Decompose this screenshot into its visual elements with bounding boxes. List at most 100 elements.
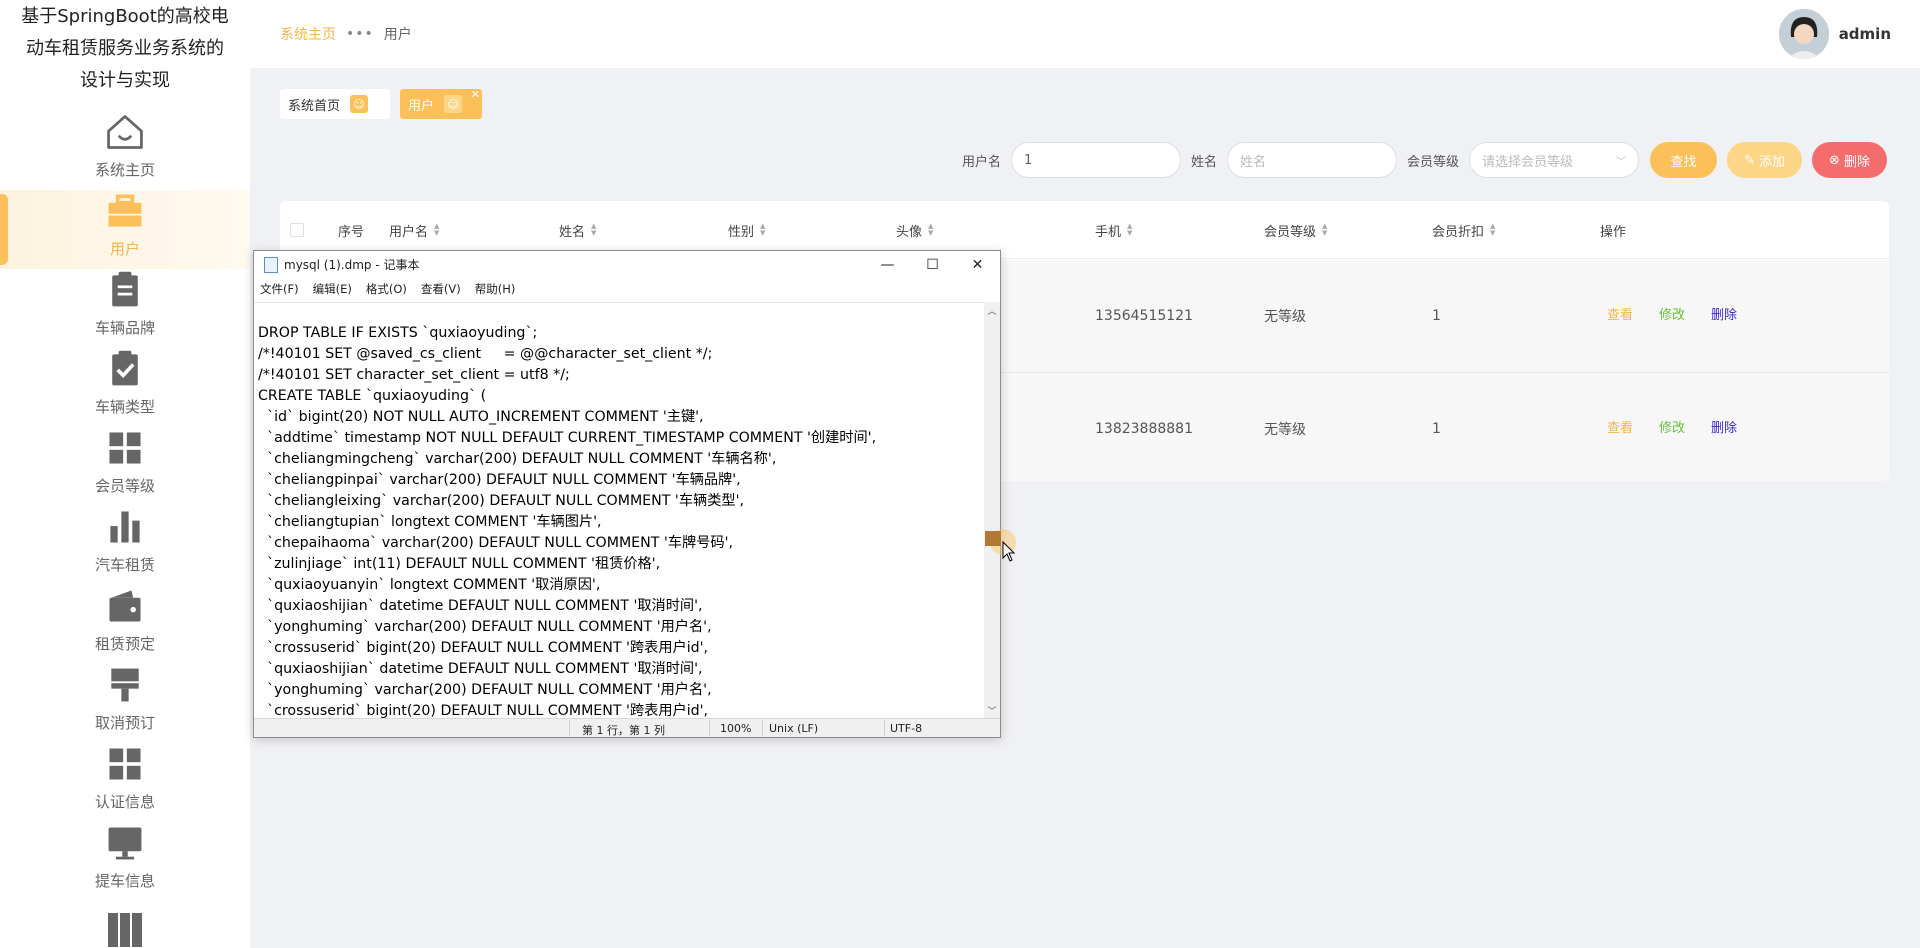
delete-button[interactable]: ⊗ 删除 xyxy=(1812,142,1887,178)
app-title: 基于SpringBoot的高校电 动车租赁服务业务系统的 设计与实现 xyxy=(0,0,250,97)
menu-format[interactable]: 格式(O) xyxy=(366,281,407,297)
add-button[interactable]: ✎ 添加 xyxy=(1727,142,1802,178)
close-button[interactable]: ✕ xyxy=(955,251,1000,278)
status-position: 第 1 行，第 1 列 xyxy=(582,724,665,737)
sidebar-item-more[interactable] xyxy=(0,901,250,948)
tag-home[interactable]: 系统首页 ☺ xyxy=(280,89,390,119)
sidebar-item-label: 取消预订 xyxy=(94,714,155,732)
scroll-up-icon[interactable]: ︿ xyxy=(984,302,1000,318)
maximize-button[interactable]: ☐ xyxy=(910,251,955,278)
view-button[interactable]: 查看 xyxy=(1607,304,1633,323)
name-input[interactable]: 姓名 xyxy=(1226,142,1397,178)
home-icon xyxy=(107,115,143,149)
sidebar-item-cancel-booking[interactable]: 取消预订 xyxy=(0,664,250,743)
tag-user[interactable]: 用户 ☺ ✕ xyxy=(400,88,482,119)
cell-level: 无等级 xyxy=(1264,422,1306,438)
mouse-cursor-icon xyxy=(985,529,1016,562)
wallet-icon xyxy=(109,590,141,622)
sidebar-nav: 系统主页 用户 车辆品牌 车辆类型 会员等级 汽车租赁 租赁预定 取消预订 认证… xyxy=(0,111,250,948)
delete-row-button[interactable]: 删除 xyxy=(1711,417,1737,436)
username-input[interactable]: 1 xyxy=(1010,142,1181,178)
sidebar-item-label: 车辆类型 xyxy=(94,398,155,416)
edit-button[interactable]: 修改 xyxy=(1659,304,1685,323)
sidebar-item-label: 提车信息 xyxy=(94,872,155,890)
breadcrumb-home[interactable]: 系统主页 xyxy=(280,24,336,44)
sort-icon[interactable]: ▲ ▼ xyxy=(1127,223,1132,237)
window-controls: — ☐ ✕ xyxy=(865,251,1000,278)
app-title-line: 设计与实现 xyxy=(80,70,170,91)
status-zoom: 100% xyxy=(720,722,752,735)
th-actions: 操作 xyxy=(1600,201,1626,259)
delete-button-label: 删除 xyxy=(1843,154,1870,170)
menu-file[interactable]: 文件(F) xyxy=(260,281,299,297)
sidebar-item-certification[interactable]: 认证信息 xyxy=(0,743,250,822)
sort-icon[interactable]: ▲ ▼ xyxy=(1490,223,1495,237)
add-button-label: 添加 xyxy=(1758,154,1785,170)
level-label: 会员等级 xyxy=(1406,154,1459,170)
th-level[interactable]: 会员等级 ▲ ▼ xyxy=(1264,201,1327,259)
notepad-statusbar: 第 1 行，第 1 列 100% Unix (LF) UTF-8 xyxy=(254,718,1000,737)
sidebar-item-pickup[interactable]: 提车信息 xyxy=(0,822,250,901)
user-menu[interactable]: admin xyxy=(1778,9,1891,59)
username[interactable]: admin xyxy=(1839,25,1891,43)
sidebar-item-user[interactable]: 用户 xyxy=(0,190,250,269)
cell-phone: 13564515121 xyxy=(1095,308,1193,324)
sidebar-item-vehicle-type[interactable]: 车辆类型 xyxy=(0,348,250,427)
menu-help[interactable]: 帮助(H) xyxy=(475,281,516,297)
delete-icon: ⊗ xyxy=(1829,152,1840,168)
th-label: 操作 xyxy=(1600,224,1627,240)
sort-icon[interactable]: ▲ ▼ xyxy=(760,223,765,237)
menu-edit[interactable]: 编辑(E) xyxy=(313,281,352,297)
menu-view[interactable]: 查看(V) xyxy=(421,281,461,297)
sidebar-item-car-rental[interactable]: 汽车租赁 xyxy=(0,506,250,585)
view-button[interactable]: 查看 xyxy=(1607,417,1633,436)
tab-tags: 系统首页 ☺ 用户 ☺ ✕ xyxy=(280,88,482,119)
tag-refresh-icon[interactable]: ☺ xyxy=(444,95,463,113)
sort-icon[interactable]: ▲ ▼ xyxy=(1322,223,1327,237)
sidebar-item-label: 系统主页 xyxy=(94,161,155,179)
breadcrumb-current: 用户 xyxy=(383,27,412,43)
vertical-scrollbar[interactable]: ︿ ﹀ xyxy=(984,302,1000,718)
tag-close-icon[interactable]: ✕ xyxy=(471,88,480,101)
avatar[interactable] xyxy=(1778,9,1829,59)
name-input-placeholder: 姓名 xyxy=(1239,154,1266,170)
sidebar-item-vehicle-brand[interactable]: 车辆品牌 xyxy=(0,269,250,348)
delete-row-button[interactable]: 删除 xyxy=(1711,304,1737,323)
th-label: 会员等级 xyxy=(1264,224,1317,240)
th-label: 姓名 xyxy=(559,224,586,240)
find-button-label: 查找 xyxy=(1670,154,1697,170)
notepad-menubar: 文件(F) 编辑(E) 格式(O) 查看(V) 帮助(H) xyxy=(254,278,1000,299)
bar-chart-icon xyxy=(110,511,140,543)
sidebar-item-rental-booking[interactable]: 租赁预定 xyxy=(0,585,250,664)
minimize-button[interactable]: — xyxy=(865,251,910,278)
th-phone[interactable]: 手机 ▲ ▼ xyxy=(1095,201,1132,259)
edit-button[interactable]: 修改 xyxy=(1659,417,1685,436)
sort-icon[interactable]: ▲ ▼ xyxy=(591,223,596,237)
notepad-text-area[interactable]: DROP TABLE IF EXISTS `quxiaoyuding`; /*!… xyxy=(254,302,984,718)
sort-icon[interactable]: ▲ ▼ xyxy=(928,223,933,237)
checklist-icon xyxy=(112,350,138,386)
app-title-line: 基于SpringBoot的高校电 xyxy=(21,6,229,27)
add-icon: ✎ xyxy=(1744,152,1755,168)
tag-refresh-icon[interactable]: ☺ xyxy=(350,95,369,113)
username-label: 用户名 xyxy=(961,154,1001,170)
scroll-down-icon[interactable]: ﹀ xyxy=(984,702,1000,718)
breadcrumb: 系统主页 ••• 用户 xyxy=(280,24,412,44)
level-select[interactable]: 请选择会员等级 ﹀ xyxy=(1469,142,1639,178)
briefcase-icon xyxy=(108,194,142,227)
notepad-window[interactable]: mysql (1).dmp - 记事本 — ☐ ✕ 文件(F) 编辑(E) 格式… xyxy=(253,250,1001,738)
sort-icon[interactable]: ▲ ▼ xyxy=(434,223,439,237)
th-discount[interactable]: 会员折扣 ▲ ▼ xyxy=(1432,201,1495,259)
sidebar-item-member-level[interactable]: 会员等级 xyxy=(0,427,250,506)
status-divider xyxy=(569,720,570,736)
notepad-titlebar[interactable]: mysql (1).dmp - 记事本 — ☐ ✕ xyxy=(254,251,1000,278)
cell-discount: 1 xyxy=(1432,421,1441,437)
status-divider xyxy=(884,720,885,736)
book-icon xyxy=(108,913,142,947)
find-button[interactable]: 查找 xyxy=(1650,142,1717,178)
sidebar-item-label: 汽车租赁 xyxy=(94,556,155,574)
th-label: 性别 xyxy=(728,224,755,240)
th-label: 会员折扣 xyxy=(1432,224,1485,240)
sidebar-item-home[interactable]: 系统主页 xyxy=(0,111,250,190)
status-eol: Unix (LF) xyxy=(769,722,819,735)
